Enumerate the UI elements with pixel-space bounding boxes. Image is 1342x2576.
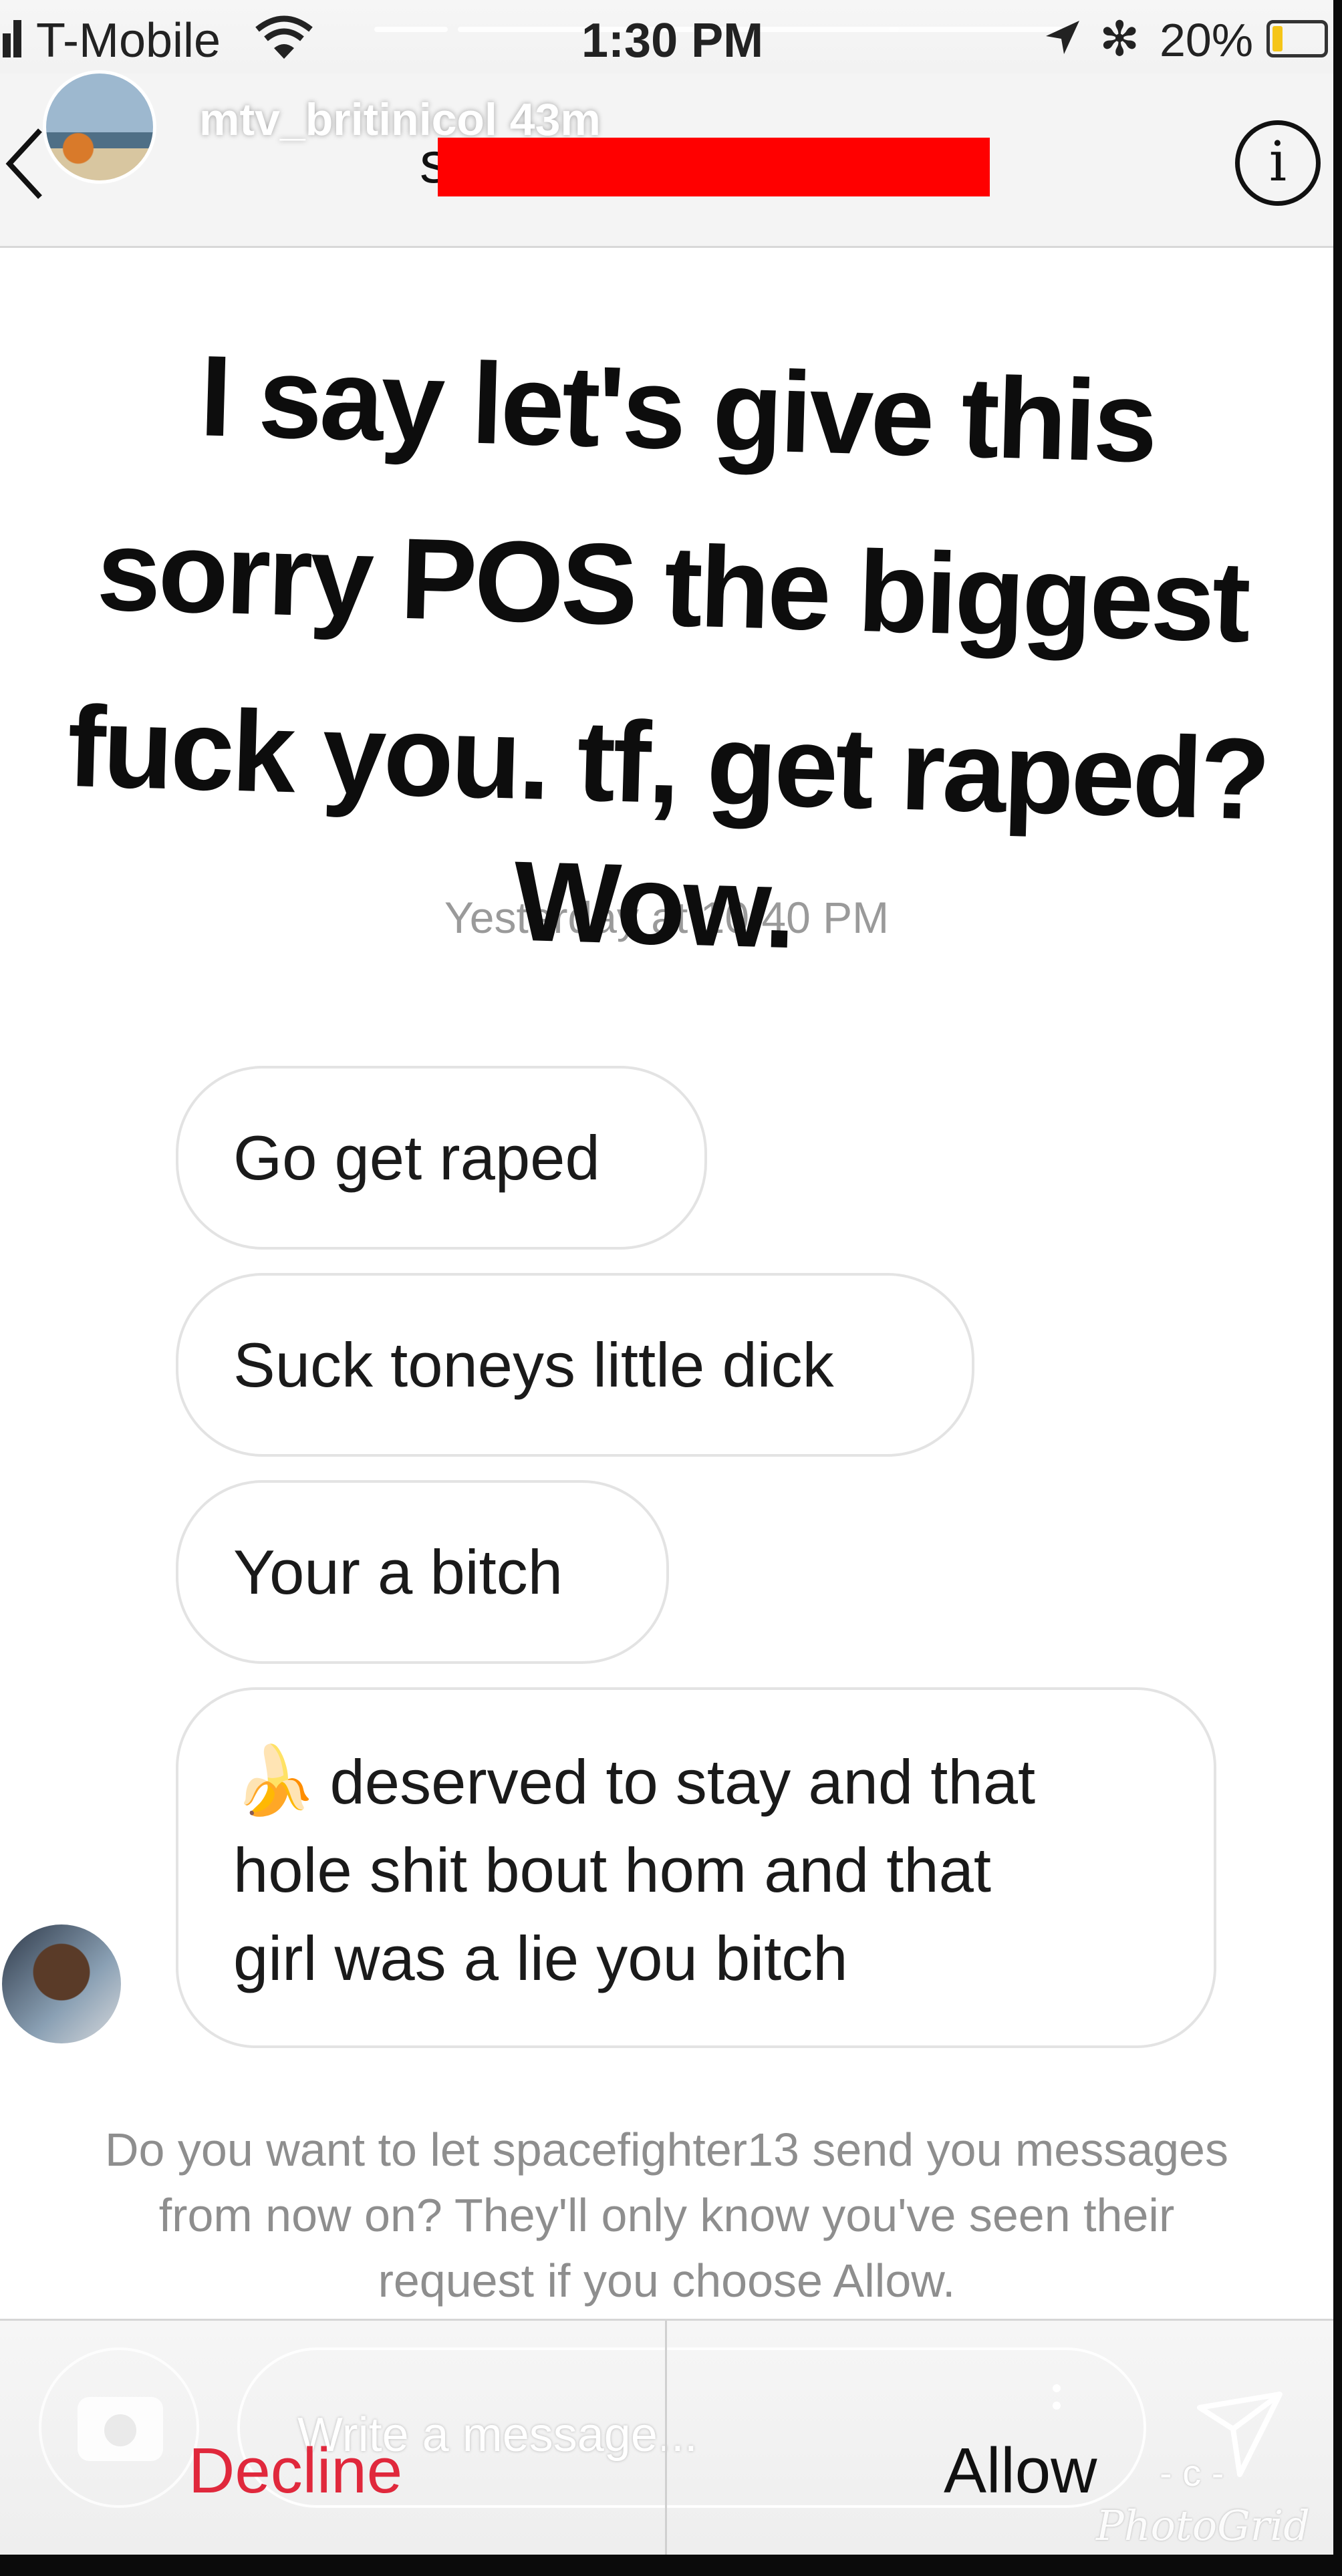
watermark-mark: - c -: [1160, 2452, 1224, 2494]
camera-button[interactable]: [39, 2347, 199, 2508]
status-bar: T-Mobile 1:30 PM ✻ 20%: [0, 0, 1333, 74]
location-arrow-icon: [1046, 21, 1079, 54]
photogrid-watermark: PhotoGrid: [1096, 2501, 1310, 2550]
conversation-header: mtv_britinicol 43m s i: [0, 70, 1333, 248]
action-divider: [665, 2321, 667, 2555]
story-progress-segment: [889, 27, 1063, 32]
message-text: Your a bitch: [233, 1536, 563, 1607]
message-bubble: Go get raped: [176, 1066, 707, 1250]
story-caption: I say let's give this sorry POS the bigg…: [0, 302, 1342, 978]
bluetooth-icon: ✻: [1099, 13, 1140, 66]
message-request-prompt: Do you want to let spacefighter13 send y…: [0, 2117, 1333, 2313]
banana-emoji-icon: 🍌: [233, 1743, 317, 1818]
message-bubble: Your a bitch: [176, 1480, 669, 1664]
message-bubble: 🍌 deserved to stay and that hole shit bou…: [176, 1687, 1216, 2048]
request-line: request if you choose Allow.: [378, 2255, 956, 2307]
story-progress-segment: [374, 27, 448, 32]
bottom-frame-edge: [0, 2553, 1342, 2576]
allow-button[interactable]: Allow: [944, 2434, 1097, 2508]
back-chevron-icon[interactable]: [1, 124, 48, 204]
caption-line: fuck you. tf, get raped?: [65, 682, 1270, 844]
story-author-avatar: [43, 70, 156, 184]
message-text: 🍌 deserved to stay and that hole shit bou…: [233, 1737, 1035, 2003]
status-time: 1:30 PM: [581, 14, 764, 67]
signal-icon: [3, 20, 23, 57]
request-action-bar: Write a message... Decline Allow - c - P…: [0, 2319, 1333, 2555]
camera-lens: [100, 2410, 140, 2450]
decline-button[interactable]: Decline: [188, 2434, 402, 2508]
request-line: Do you want to let spacefighter13 send y…: [105, 2124, 1228, 2176]
wifi-icon: [255, 15, 313, 59]
battery-icon: [1266, 20, 1328, 57]
info-button[interactable]: i: [1235, 120, 1321, 206]
message-bubble: Suck toneys little dick: [176, 1273, 974, 1457]
message-text: Suck toneys little dick: [233, 1329, 834, 1400]
request-line: from now on? They'll only know you've se…: [158, 2189, 1175, 2241]
redaction-bar: [438, 138, 990, 196]
battery-fill: [1272, 26, 1283, 51]
sender-avatar[interactable]: [2, 1924, 121, 2043]
message-line: girl was a lie you bitch: [233, 1923, 848, 1993]
battery-percent: 20%: [1160, 14, 1254, 66]
more-dots-icon: [1053, 2384, 1061, 2419]
message-line: hole shit bout hom and that: [233, 1835, 992, 1905]
carrier-name: T-Mobile: [36, 14, 221, 67]
message-line: deserved to stay and that: [329, 1747, 1036, 1817]
message-text: Go get raped: [233, 1122, 600, 1193]
